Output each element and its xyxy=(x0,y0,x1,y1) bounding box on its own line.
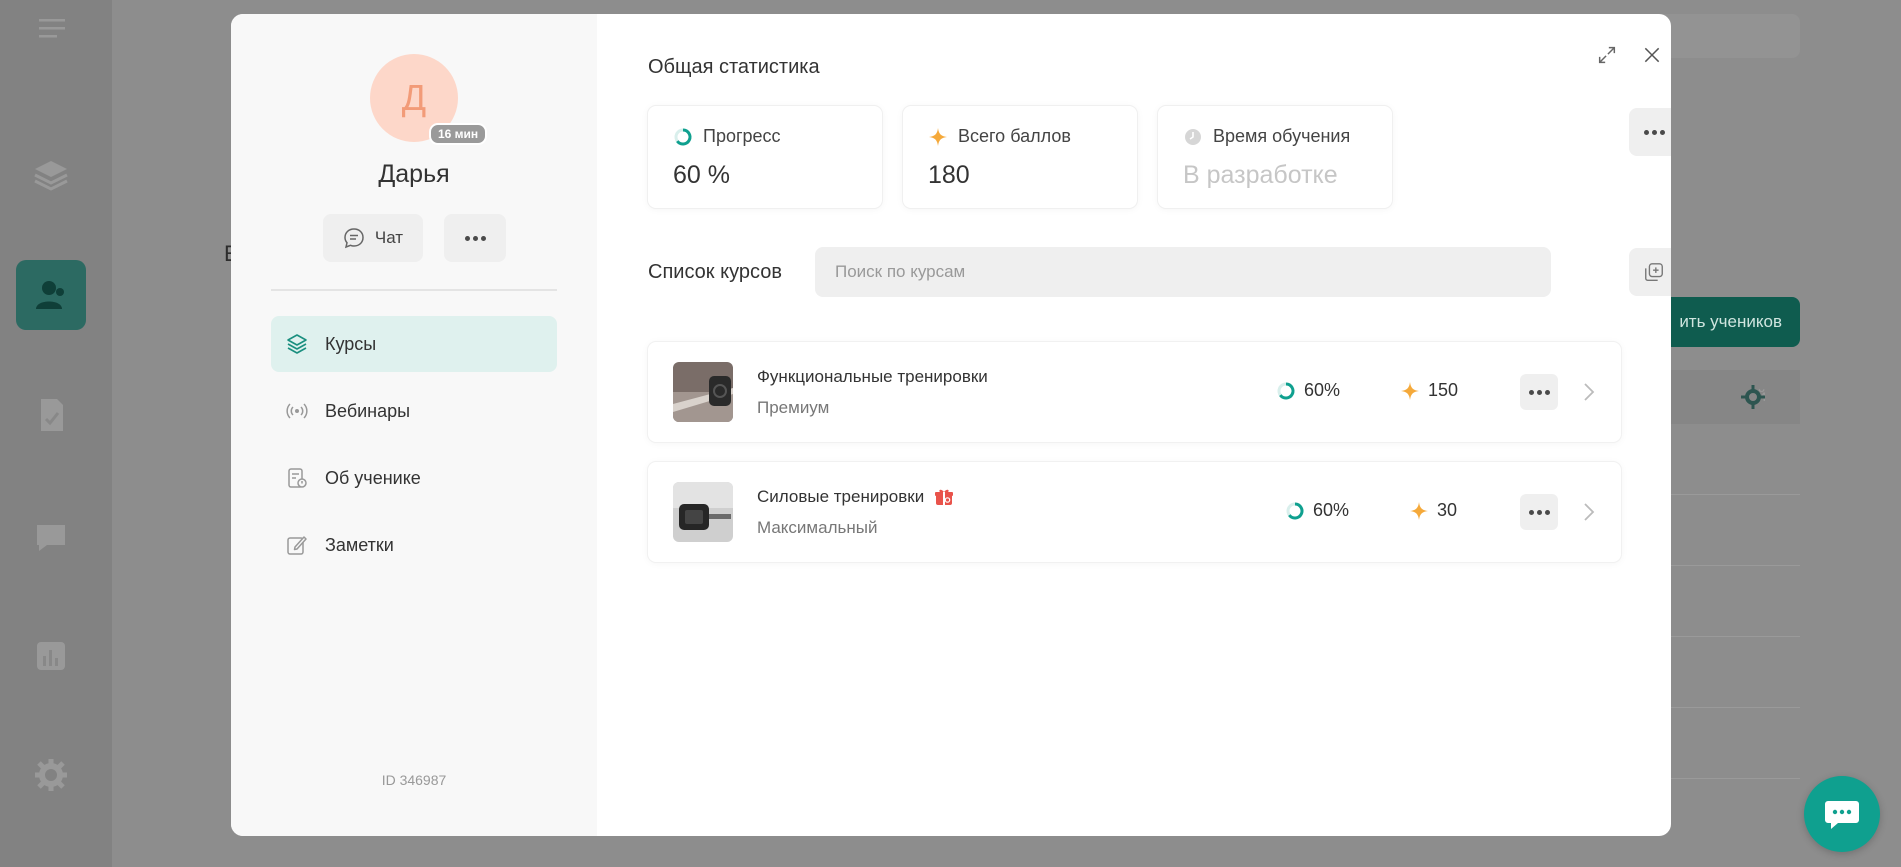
points-stat-value: 180 xyxy=(928,161,970,189)
chat-icon xyxy=(344,228,364,249)
profile-content: Общая статистика Прогресс 60 % Всего бал… xyxy=(597,14,1671,836)
settings-nav-icon[interactable] xyxy=(22,746,80,804)
course-progress: 60% xyxy=(1276,380,1340,401)
messages-nav-icon[interactable] xyxy=(22,508,80,566)
progress-stat-value: 60 % xyxy=(673,161,730,189)
students-nav-icon[interactable] xyxy=(16,260,86,330)
chat-bubble-icon xyxy=(1825,801,1859,829)
course-points: 30 xyxy=(1409,500,1457,521)
course-points: 150 xyxy=(1400,380,1458,401)
more-dots-icon xyxy=(464,235,486,241)
profile-more-button[interactable] xyxy=(444,214,506,262)
course-progress: 60% xyxy=(1285,500,1349,521)
course-search-input[interactable] xyxy=(815,247,1551,297)
chat-button[interactable]: Чат xyxy=(323,214,423,262)
nav-item-label: Курсы xyxy=(325,333,377,354)
course-title-text: Функциональные тренировки xyxy=(757,367,988,386)
course-tariff: Максимальный xyxy=(757,518,878,537)
online-badge: 16 мин xyxy=(429,123,488,145)
gift-icon xyxy=(935,489,954,505)
course-title-text: Силовые тренировки xyxy=(757,487,925,506)
analytics-nav-icon[interactable] xyxy=(22,627,80,685)
close-icon xyxy=(1644,47,1660,63)
time-stat-value: В разработке xyxy=(1183,161,1338,189)
course-more-button[interactable] xyxy=(1520,494,1558,530)
course-name: Силовые тренировки xyxy=(757,487,954,507)
nav-item-label: Об ученике xyxy=(325,467,421,488)
course-thumbnail xyxy=(673,362,733,422)
course-points-value: 30 xyxy=(1437,500,1458,520)
profile-sidebar: Д 16 мин Дарья Чат Курсы Вебинары Об уче… xyxy=(231,14,597,836)
more-dots-icon xyxy=(1528,509,1550,515)
star-icon xyxy=(929,127,947,146)
progress-ring-icon xyxy=(1286,502,1304,519)
add-course-button[interactable] xyxy=(1629,248,1671,296)
expand-button[interactable] xyxy=(1592,40,1622,70)
courses-nav-icon[interactable] xyxy=(22,146,80,204)
support-chat-button[interactable] xyxy=(1804,776,1880,852)
student-profile-modal: Д 16 мин Дарья Чат Курсы Вебинары Об уче… xyxy=(231,14,1671,836)
course-name: Функциональные тренировки xyxy=(757,367,988,387)
close-button[interactable] xyxy=(1637,40,1667,70)
student-name: Дарья xyxy=(378,160,450,188)
progress-stat-label: Прогресс xyxy=(703,126,781,146)
profile-nav: Курсы Вебинары Об ученике Заметки xyxy=(271,316,557,584)
expand-icon xyxy=(1598,46,1616,64)
student-info-icon xyxy=(288,468,307,488)
nav-item-notes[interactable]: Заметки xyxy=(271,517,557,573)
clock-icon xyxy=(1185,128,1201,145)
progress-stat-card: Прогресс 60 % xyxy=(648,106,882,208)
chevron-right-icon[interactable] xyxy=(1582,380,1596,404)
more-dots-icon xyxy=(1528,389,1550,395)
courses-title: Список курсов xyxy=(648,261,782,283)
layers-icon xyxy=(287,334,307,354)
stats-title: Общая статистика xyxy=(648,56,820,78)
nav-item-webinars[interactable]: Вебинары xyxy=(271,383,557,439)
course-points-value: 150 xyxy=(1428,380,1459,400)
assignments-nav-icon[interactable] xyxy=(22,386,80,444)
chat-button-label: Чат xyxy=(374,228,404,247)
nav-item-label: Заметки xyxy=(325,534,394,555)
avatar-letter: Д xyxy=(401,77,427,118)
progress-ring-icon xyxy=(1277,382,1295,399)
notes-icon xyxy=(287,536,307,555)
table-settings-icon[interactable] xyxy=(1740,384,1766,410)
nav-item-label: Вебинары xyxy=(325,400,411,421)
menu-icon[interactable] xyxy=(22,0,80,58)
course-more-button[interactable] xyxy=(1520,374,1558,410)
course-thumbnail xyxy=(673,482,733,542)
points-stat-card: Всего баллов 180 xyxy=(903,106,1137,208)
course-tariff: Премиум xyxy=(757,398,830,417)
add-course-icon xyxy=(1645,263,1663,281)
course-progress-value: 60% xyxy=(1304,380,1341,400)
course-row[interactable]: Функциональные тренировки Премиум 60% 15… xyxy=(648,342,1621,442)
divider xyxy=(271,289,557,291)
nav-item-about-student[interactable]: Об ученике xyxy=(271,450,557,506)
broadcast-icon xyxy=(286,403,308,419)
star-icon xyxy=(1401,381,1419,400)
course-progress-value: 60% xyxy=(1313,500,1350,520)
time-stat-label: Время обучения xyxy=(1213,126,1351,146)
points-stat-label: Всего баллов xyxy=(958,126,1071,146)
student-id: ID 346987 xyxy=(381,772,447,788)
app-sidebar xyxy=(0,0,112,867)
more-dots-icon xyxy=(1643,129,1665,135)
course-row[interactable]: Силовые тренировки Максимальный 60% 30 xyxy=(648,462,1621,562)
star-icon xyxy=(1410,501,1428,520)
progress-ring-icon xyxy=(674,128,692,145)
time-stat-card: Время обучения В разработке xyxy=(1158,106,1392,208)
nav-item-courses[interactable]: Курсы xyxy=(271,316,557,372)
stats-more-button[interactable] xyxy=(1629,108,1671,156)
chevron-right-icon[interactable] xyxy=(1582,500,1596,524)
